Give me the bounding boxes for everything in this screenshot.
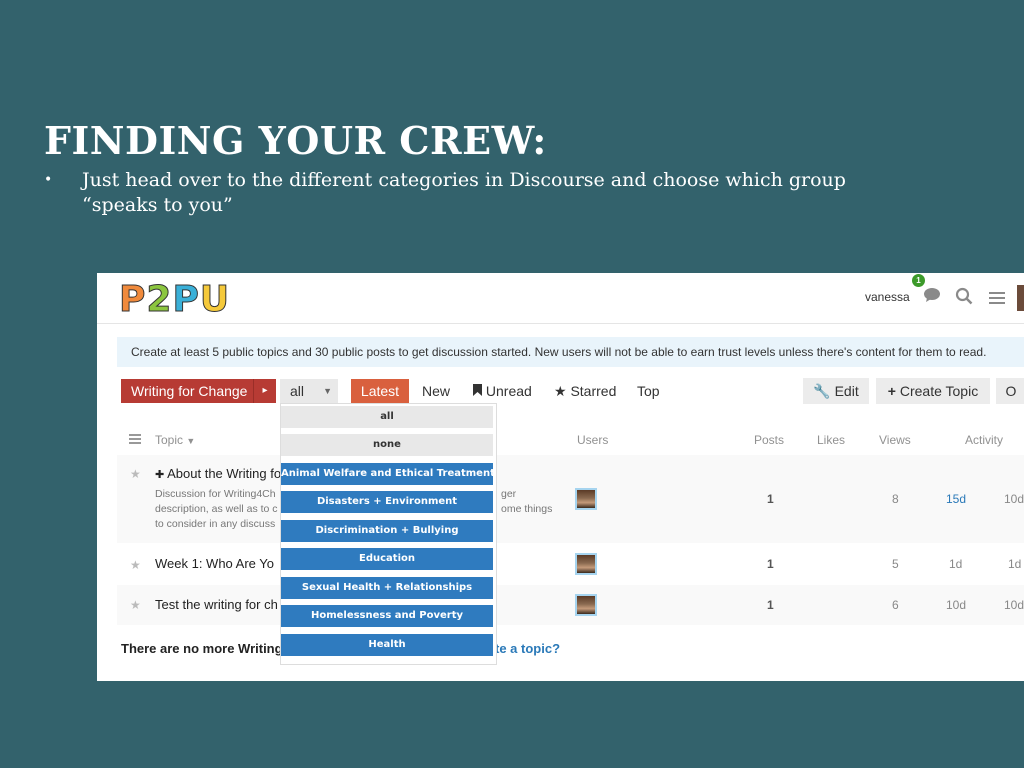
- menu-item-health[interactable]: Health: [281, 634, 493, 656]
- forum-header: P2PU vanessa 1: [97, 273, 1024, 324]
- star-icon[interactable]: ★: [130, 467, 141, 481]
- wrench-icon: 🔧: [813, 383, 831, 399]
- menu-item-homelessness[interactable]: Homelessness and Poverty: [281, 605, 493, 627]
- user-avatar[interactable]: [1017, 285, 1024, 311]
- subcategory-label: all: [290, 383, 305, 399]
- views-count: 5: [892, 557, 899, 571]
- notification-badge[interactable]: 1: [912, 274, 925, 287]
- subcategory-menu: all none Animal Welfare and Ethical Trea…: [280, 403, 497, 665]
- bullet-mark: •: [44, 172, 53, 188]
- topic-title[interactable]: ✚ About the Writing fo: [155, 466, 281, 481]
- menu-item-sexual-health[interactable]: Sexual Health + Relationships: [281, 577, 493, 599]
- tab-unread-label: Unread: [485, 383, 532, 399]
- p2pu-logo[interactable]: P2PU: [118, 279, 231, 321]
- col-topic-label: Topic: [155, 433, 184, 447]
- footer-message: There are no more Writing: [121, 641, 283, 656]
- tab-top[interactable]: Top: [637, 379, 660, 403]
- col-likes[interactable]: Likes: [817, 433, 845, 447]
- slide-title: FINDING YOUR CREW:: [44, 118, 547, 163]
- star-icon[interactable]: ★: [130, 598, 141, 612]
- menu-item-animal-welfare[interactable]: Animal Welfare and Ethical Treatment: [281, 463, 493, 485]
- topic-title[interactable]: Week 1: Who Are Yo: [155, 556, 274, 571]
- activity-created[interactable]: 1d: [949, 557, 962, 571]
- bullet-point: • Just head over to the different catego…: [44, 168, 864, 218]
- col-users[interactable]: Users: [577, 433, 608, 447]
- chevron-down-icon: ▼: [323, 386, 332, 396]
- notice-banner: Create at least 5 public topics and 30 p…: [117, 337, 1024, 367]
- category-label: Writing for Change: [131, 383, 248, 399]
- topic-title[interactable]: Test the writing for ch: [155, 597, 278, 612]
- search-icon[interactable]: [955, 287, 973, 310]
- hamburger-menu-icon[interactable]: [989, 289, 1005, 310]
- pin-icon: ✚: [155, 469, 165, 481]
- create-topic-link[interactable]: te a topic?: [495, 641, 560, 656]
- activity-last[interactable]: 10d: [1004, 598, 1024, 612]
- activity-last[interactable]: 10d: [1004, 492, 1024, 506]
- tab-starred[interactable]: ★ Starred: [554, 379, 616, 403]
- col-views[interactable]: Views: [879, 433, 911, 447]
- more-button[interactable]: O: [996, 378, 1024, 404]
- plus-icon: +: [887, 383, 896, 399]
- forum-screenshot: P2PU vanessa 1 Create at least 5 public …: [97, 273, 1024, 681]
- activity-created[interactable]: 15d: [946, 492, 966, 506]
- list-icon: [129, 433, 141, 447]
- category-dropdown[interactable]: Writing for Change ▸: [121, 379, 276, 403]
- col-activity[interactable]: Activity: [965, 433, 1003, 447]
- edit-label: Edit: [834, 383, 859, 399]
- create-topic-button[interactable]: + Create Topic: [876, 378, 990, 404]
- category-arrow-icon: ▸: [253, 379, 276, 403]
- tab-unread[interactable]: Unread: [473, 379, 532, 403]
- logo-letter-p: P: [118, 279, 147, 321]
- posts-count: 1: [767, 598, 774, 612]
- chat-bubble-icon[interactable]: [923, 287, 941, 308]
- star-icon: ★: [554, 383, 567, 399]
- logo-letter-p2: P: [172, 279, 200, 321]
- activity-last[interactable]: 1d: [1008, 557, 1021, 571]
- subcategory-dropdown[interactable]: all ▼: [280, 379, 338, 403]
- posts-count: 1: [767, 492, 774, 506]
- avatar[interactable]: [575, 594, 597, 616]
- menu-item-education[interactable]: Education: [281, 548, 493, 570]
- logo-letter-2: 2: [146, 279, 173, 321]
- col-posts[interactable]: Posts: [754, 433, 784, 447]
- edit-button[interactable]: 🔧 Edit: [803, 378, 869, 404]
- activity-created[interactable]: 10d: [946, 598, 966, 612]
- tab-new[interactable]: New: [422, 379, 450, 403]
- username[interactable]: vanessa: [865, 290, 910, 304]
- menu-item-discrimination[interactable]: Discrimination + Bullying: [281, 520, 493, 542]
- col-topic[interactable]: Topic ▼: [155, 433, 195, 447]
- avatar[interactable]: [575, 488, 597, 510]
- tab-latest[interactable]: Latest: [351, 379, 409, 403]
- topic-title-text: About the Writing fo: [167, 466, 282, 481]
- create-topic-label: Create Topic: [899, 383, 979, 399]
- menu-item-all[interactable]: all: [281, 406, 493, 428]
- logo-letter-u: U: [199, 279, 231, 321]
- posts-count: 1: [767, 557, 774, 571]
- menu-item-none[interactable]: none: [281, 434, 493, 456]
- tab-starred-label: Starred: [570, 383, 617, 399]
- avatar[interactable]: [575, 553, 597, 575]
- views-count: 6: [892, 598, 899, 612]
- views-count: 8: [892, 492, 899, 506]
- bookmark-icon: [473, 383, 482, 399]
- menu-item-disasters[interactable]: Disasters + Environment: [281, 491, 493, 513]
- bullet-text: Just head over to the different categori…: [82, 169, 846, 216]
- star-icon[interactable]: ★: [130, 558, 141, 572]
- chevron-down-icon: ▼: [186, 436, 196, 446]
